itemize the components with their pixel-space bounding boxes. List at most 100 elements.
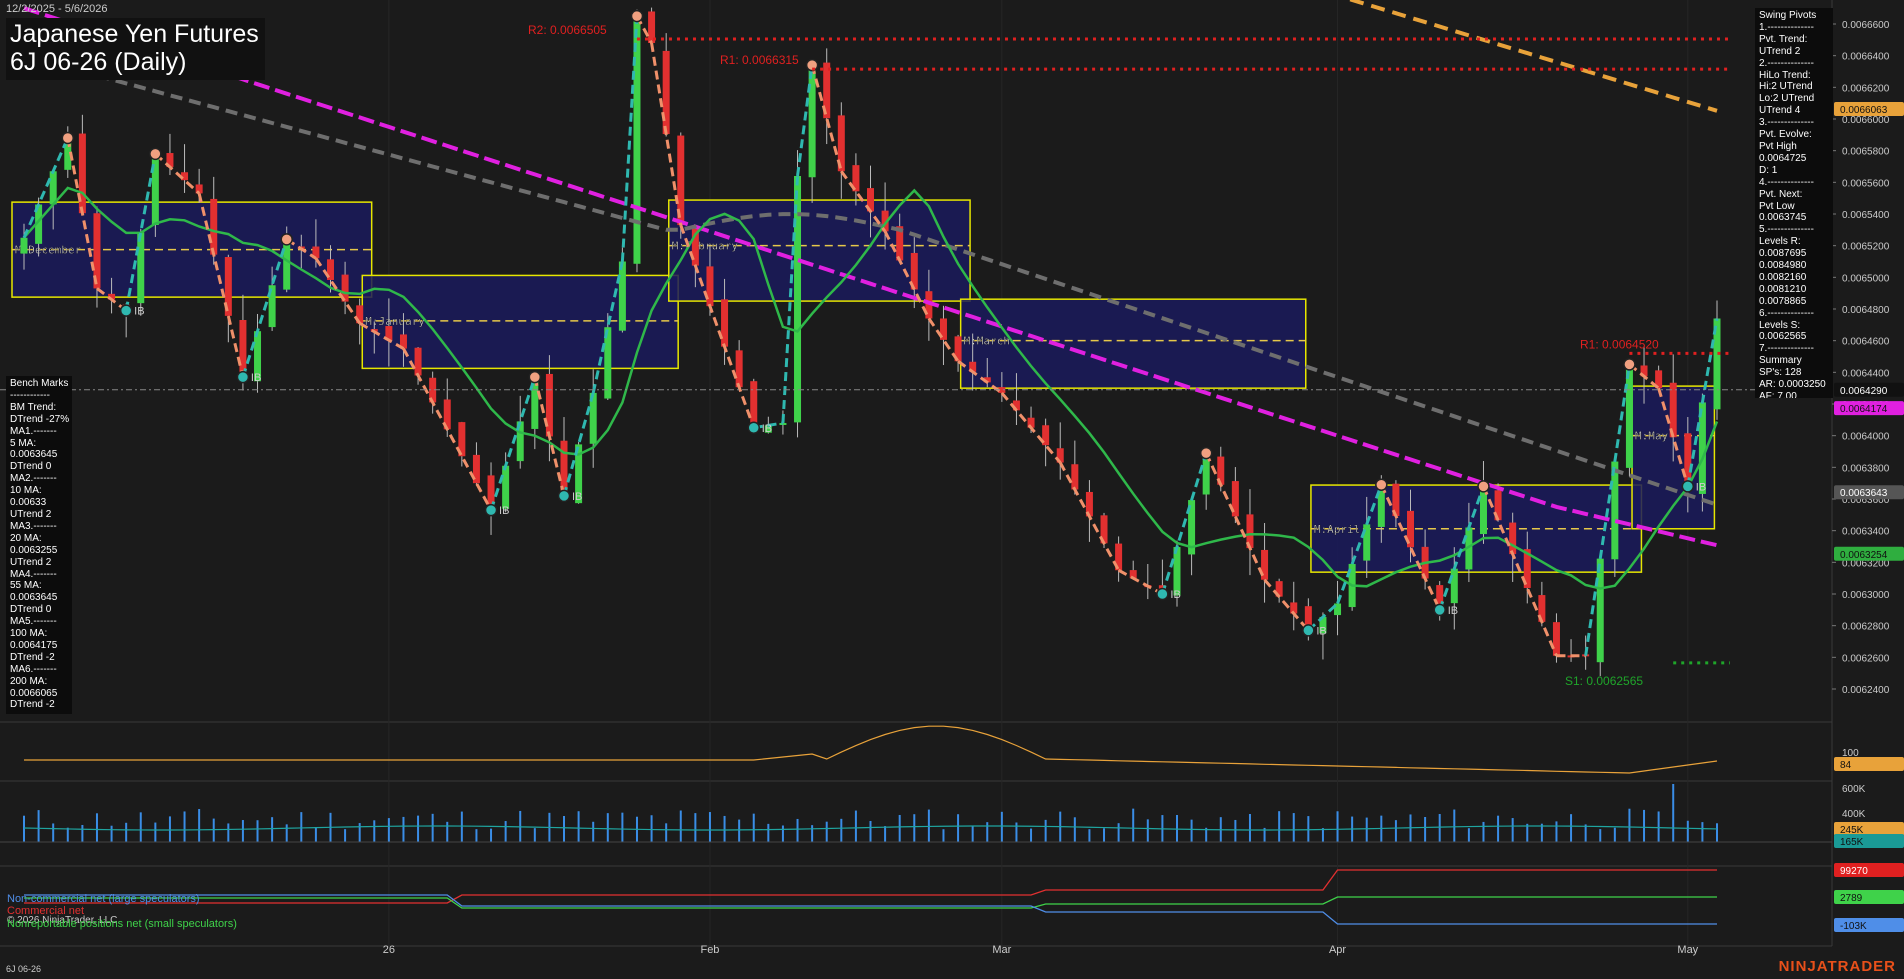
benchmarks-panel: Bench Marks ------------ BM Trend: DTrend -… xyxy=(6,376,72,714)
price-tag-label: 0.0064290 xyxy=(1840,386,1888,397)
ib-label: IB xyxy=(1696,481,1706,493)
benchmark-line: 100 MA: xyxy=(10,628,48,640)
resistance-r2-label: R2: 0.0066505 xyxy=(528,23,607,37)
chart-title: Japanese Yen Futures 6J 06-26 (Daily) xyxy=(6,18,265,80)
ninjatrader-logo: NINJATRADER xyxy=(1778,958,1896,975)
candle-bear xyxy=(1509,522,1517,555)
swing-pivot-line: HiLo Trend: xyxy=(1759,69,1811,81)
y-tick-label: 0.0063800 xyxy=(1842,463,1890,474)
resistance-r1-label: R1: 0.0066315 xyxy=(720,53,799,67)
ib-label: IB xyxy=(1448,605,1458,617)
candle-bull xyxy=(618,261,626,331)
candle-bear xyxy=(735,350,743,388)
pivot-low xyxy=(1302,624,1315,637)
y-tick-label: 0.0066600 xyxy=(1842,20,1890,31)
swing-pivot-line: Levels R: xyxy=(1759,236,1801,248)
swing-pivot-line: 6.-------------- xyxy=(1759,307,1814,319)
benchmark-line: 0.0063645 xyxy=(10,449,58,461)
y-tick-label: 0.0062600 xyxy=(1842,653,1890,664)
benchmark-line: MA4.------- xyxy=(10,568,57,580)
benchmark-line: 0.0064175 xyxy=(10,639,58,651)
x-tick-label: Feb xyxy=(700,944,719,956)
month-box-label: M:April xyxy=(1314,523,1360,536)
pivot-high xyxy=(61,131,75,145)
candle-bull xyxy=(1625,364,1633,468)
swing-pivot-line: 7.-------------- xyxy=(1759,343,1814,355)
x-tick-label: Mar xyxy=(992,944,1011,956)
pivot-low xyxy=(119,304,133,317)
oscillator-tag-label: 84 xyxy=(1840,760,1852,771)
swing-pivot-line: 0.0082160 xyxy=(1759,271,1807,283)
pivot-low xyxy=(1681,480,1695,493)
candle-bull xyxy=(633,16,641,264)
pivot-low xyxy=(747,421,760,434)
benchmark-line: 0.0066065 xyxy=(10,687,58,699)
y-tick-label: 0.0066400 xyxy=(1842,52,1890,63)
swing-pivot-line: 1.-------------- xyxy=(1759,21,1814,33)
swing-pivot-line: 2.-------------- xyxy=(1759,57,1814,69)
volume-tick: 400K xyxy=(1842,809,1866,820)
candle-bull xyxy=(808,65,816,178)
candle-bear xyxy=(1071,464,1079,490)
ib-label: IB xyxy=(499,505,509,517)
ib-label: IB xyxy=(1316,625,1326,637)
swing-pivot-line: AR: 0.0003250 xyxy=(1759,379,1826,391)
candle-bull xyxy=(502,465,510,509)
pivot-low xyxy=(557,489,571,503)
swing-pivot-line: UTrend 2 xyxy=(1759,45,1801,57)
benchmark-line: DTrend 0 xyxy=(10,604,52,616)
swing-pivot-line: 0.0063745 xyxy=(1759,212,1807,224)
pivot-high xyxy=(149,147,162,161)
swing-pivot-line: Hi:2 UTrend xyxy=(1759,81,1813,93)
swing-pivot-line: Pvt High xyxy=(1759,140,1797,152)
benchmark-line: UTrend 2 xyxy=(10,508,52,520)
candle-bull xyxy=(20,237,28,254)
candle-bear xyxy=(750,381,758,428)
candle-bear xyxy=(414,347,422,376)
month-box-label: M:March xyxy=(964,335,1010,348)
ib-label: IB xyxy=(251,372,261,384)
zigzag-down xyxy=(154,152,201,195)
benchmark-line: Bench Marks xyxy=(10,378,69,389)
swing-pivot-line: UTrend 4 xyxy=(1759,105,1801,117)
y-tick-label: 0.0063000 xyxy=(1842,590,1890,601)
title-contract: 6J 06-26 (Daily) xyxy=(10,48,187,76)
swing-pivot-line: Summary xyxy=(1759,355,1802,367)
zigzag-down xyxy=(1000,391,1062,464)
ma-200-line xyxy=(1345,0,1718,113)
benchmark-line: UTrend 2 xyxy=(10,556,52,568)
swing-pivot-line: SP's: 128 xyxy=(1759,367,1802,379)
price-chart[interactable]: 26 Feb Mar Apr May 0.0066600 0.0066400 0.006620… xyxy=(0,0,1904,979)
price-tag-label: 0.0063254 xyxy=(1840,550,1888,561)
symbol-tab[interactable]: 6J 06-26 xyxy=(6,964,41,974)
zigzag-down xyxy=(1058,461,1120,571)
benchmark-line: DTrend 0 xyxy=(10,461,52,473)
benchmark-line: 55 MA: xyxy=(10,580,42,592)
benchmark-line: 200 MA: xyxy=(10,675,48,687)
swing-pivot-line: Pvt. Next: xyxy=(1759,188,1803,200)
swing-pivot-line: 0.0081210 xyxy=(1759,283,1807,295)
ib-label: IB xyxy=(762,423,772,435)
benchmark-line: 0.0063255 xyxy=(10,544,58,556)
oscillator-line xyxy=(24,725,1718,774)
y-tick-label: 0.0062400 xyxy=(1842,685,1890,696)
pivot-low xyxy=(1156,587,1169,601)
pivot-high xyxy=(1623,358,1636,371)
ib-label: IB xyxy=(134,306,144,318)
benchmark-line: DTrend -27% xyxy=(10,413,70,425)
candle-bull xyxy=(1596,558,1604,663)
volume-tick: 600K xyxy=(1842,784,1866,795)
y-tick-label: 0.0066000 xyxy=(1842,115,1890,126)
y-tick-label: 0.0062800 xyxy=(1842,622,1890,633)
swing-pivot-line: 5.-------------- xyxy=(1759,224,1814,236)
benchmark-line: DTrend -2 xyxy=(10,699,55,711)
pivot-high xyxy=(528,370,542,384)
zigzag-down xyxy=(1263,578,1310,632)
y-tick-label: 0.0065800 xyxy=(1842,147,1890,158)
price-tag-label: 0.0066063 xyxy=(1840,105,1888,116)
y-tick-label: 0.0063400 xyxy=(1842,527,1890,538)
swing-pivot-line: Levels S: xyxy=(1759,319,1801,331)
candle-bull xyxy=(283,239,291,290)
cot-tag-label: 99270 xyxy=(1840,866,1868,877)
benchmark-line: MA1.------- xyxy=(10,425,57,437)
